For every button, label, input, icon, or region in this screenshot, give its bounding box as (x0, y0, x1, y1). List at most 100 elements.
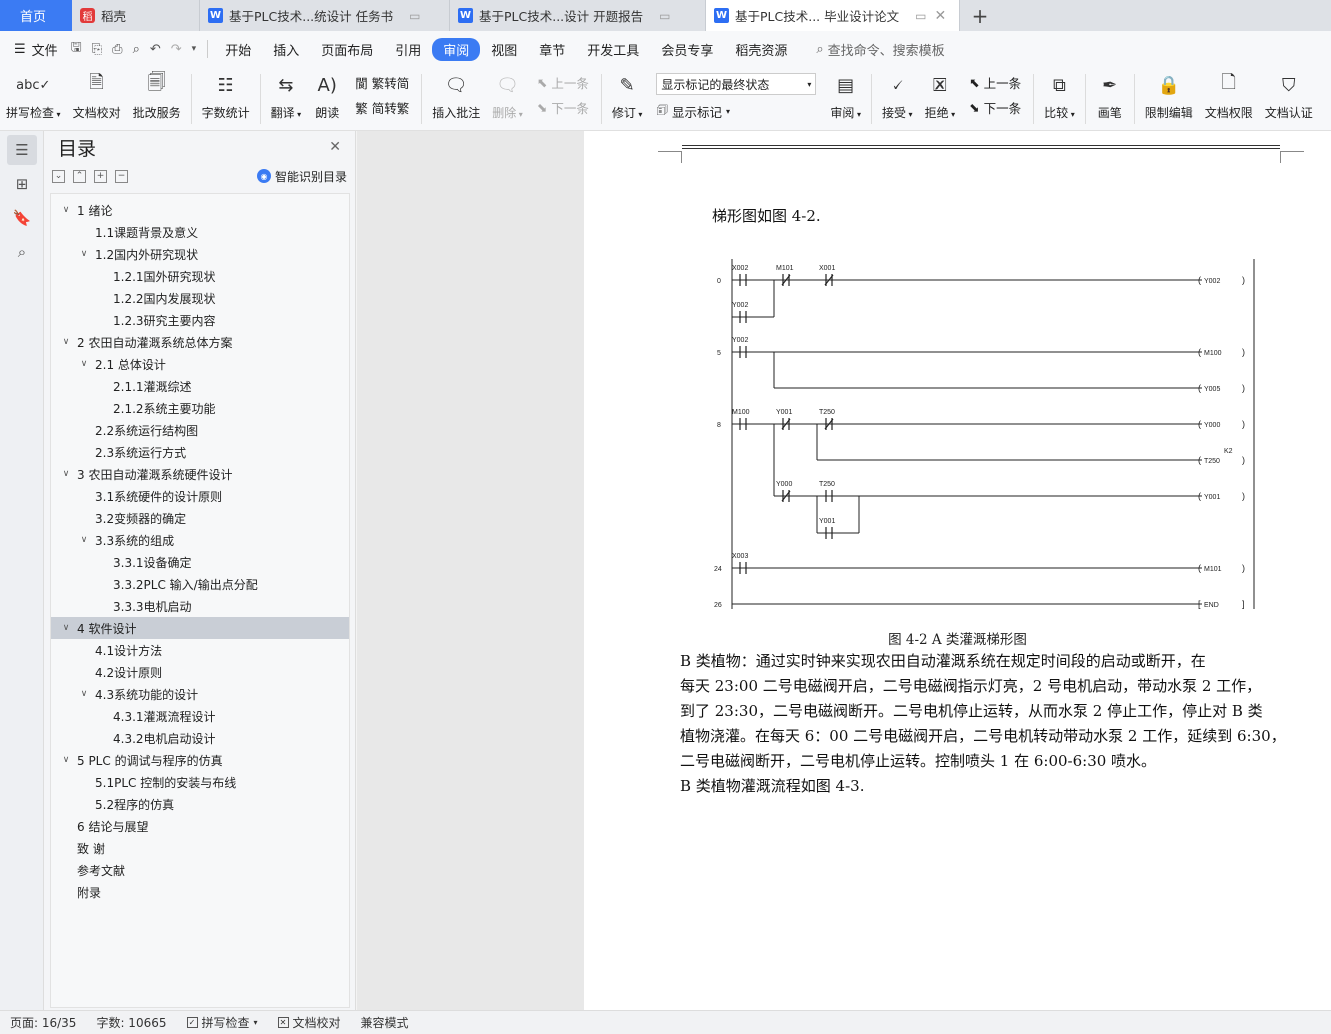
dropdown-icon[interactable]: ▾ (187, 44, 202, 54)
toc-item[interactable]: 5.2程序的仿真 (51, 793, 349, 815)
toc-item[interactable]: ∨ 1.2国内外研究现状 (51, 243, 349, 265)
toc-item[interactable]: 附录 (51, 881, 349, 903)
search-icon[interactable]: ⌕ (7, 237, 37, 267)
next-comment-button[interactable]: ⬊ 下一条 (537, 98, 589, 117)
menu-start[interactable]: 开始 (214, 38, 262, 61)
restrict-edit-button[interactable]: 🔒 限制编辑 (1139, 70, 1199, 121)
toc-item[interactable]: 2.3系统运行方式 (51, 441, 349, 463)
toc-item[interactable]: ∨ 2 农田自动灌溉系统总体方案 (51, 331, 349, 353)
pen-button[interactable]: ✒ 画笔 (1090, 70, 1130, 121)
chevron-down-icon[interactable]: ∨ (59, 623, 73, 633)
toc-item[interactable]: 3.3.2PLC 输入/输出点分配 (51, 573, 349, 595)
smart-toc-button[interactable]: ◉ 智能识别目录 (256, 168, 347, 185)
toc-item[interactable]: 4.3.1灌溉流程设计 (51, 705, 349, 727)
tab-home[interactable]: 首页 (0, 0, 72, 31)
menu-daoke-resources[interactable]: 稻壳资源 (724, 38, 798, 61)
doc-proof-status[interactable]: ✕ 文档校对 (268, 1014, 351, 1031)
menu-review[interactable]: 审阅 (432, 37, 481, 61)
menu-insert[interactable]: 插入 (262, 38, 310, 61)
simp-to-trad-button[interactable]: 繁简转繁 (355, 98, 409, 117)
redo-icon[interactable]: ↷ (166, 42, 187, 57)
pin-icon[interactable]: ▭ (409, 9, 420, 23)
toc-item[interactable]: 致 谢 (51, 837, 349, 859)
prev-change-button[interactable]: ⬉ 上一条 (969, 73, 1021, 92)
toc-item[interactable]: 3.1系统硬件的设计原则 (51, 485, 349, 507)
word-count-indicator[interactable]: 字数: 10665 (86, 1014, 176, 1031)
toc-item[interactable]: 6 结论与展望 (51, 815, 349, 837)
toc-item[interactable]: ∨ 3.3系统的组成 (51, 529, 349, 551)
toc-item[interactable]: 3.3.1设备确定 (51, 551, 349, 573)
menu-view[interactable]: 视图 (480, 38, 528, 61)
delete-comment-button[interactable]: 🗨 删除 ▾ (486, 70, 529, 121)
toc-item[interactable]: 2.2系统运行结构图 (51, 419, 349, 441)
word-count-button[interactable]: ☷ 字数统计 (196, 70, 256, 121)
toc-item[interactable]: ∨ 4 软件设计 (51, 617, 349, 639)
toc-item[interactable]: 参考文献 (51, 859, 349, 881)
toc-item[interactable]: 3.3.3电机启动 (51, 595, 349, 617)
pin-icon[interactable]: ▭ (659, 9, 670, 23)
expand-all-icon[interactable]: ⌄ (52, 169, 65, 183)
show-markup-button[interactable]: 🗊 显示标记 ▾ (656, 101, 816, 122)
toc-item[interactable]: ∨ 4.3系统功能的设计 (51, 683, 349, 705)
insert-comment-button[interactable]: 🗨 插入批注 (426, 70, 486, 121)
tab-doc-thesis[interactable]: W 基于PLC技术... 毕业设计论文 ▭ ✕ (706, 0, 960, 31)
prev-comment-button[interactable]: ⬉ 上一条 (537, 73, 589, 92)
toc-item[interactable]: 4.1设计方法 (51, 639, 349, 661)
preview-icon[interactable]: ⌕ (128, 42, 145, 57)
toc-item[interactable]: 1.2.1国外研究现状 (51, 265, 349, 287)
toc-item[interactable]: 4.3.2电机启动设计 (51, 727, 349, 749)
document-page[interactable]: 梯形图如图 4-2. X002 M101 X001 Y002 Y002 M100… (584, 131, 1331, 1010)
chevron-down-icon[interactable]: ∨ (77, 249, 91, 259)
review-service-button[interactable]: 🗐 批改服务 (127, 70, 187, 121)
print-icon[interactable]: ⎙ (107, 42, 127, 57)
accept-button[interactable]: 🗸 接受 ▾ (876, 70, 919, 121)
spell-check-button[interactable]: abc✓ 拼写检查 ▾ (0, 70, 67, 121)
close-icon[interactable]: ✕ (934, 8, 946, 24)
chapter-nav-icon[interactable]: ⊞ (7, 169, 37, 199)
new-tab-button[interactable]: + (960, 0, 1000, 31)
toc-item[interactable]: 1.1课题背景及意义 (51, 221, 349, 243)
toc-item[interactable]: ∨ 2.1 总体设计 (51, 353, 349, 375)
export-icon[interactable]: ⎘ (87, 42, 107, 57)
undo-icon[interactable]: ↶ (145, 42, 166, 57)
read-aloud-button[interactable]: A) 朗读 (307, 70, 347, 121)
review-pane-button[interactable]: ▤ 审阅 ▾ (824, 70, 867, 121)
chevron-down-icon[interactable]: ∨ (59, 755, 73, 765)
chevron-down-icon[interactable]: ∨ (77, 359, 91, 369)
tab-doc-proposal[interactable]: W 基于PLC技术...设计 开题报告 ▭ (450, 0, 706, 31)
command-search[interactable]: ⌕ 查找命令、搜索模板 (816, 40, 944, 59)
doc-permission-button[interactable]: 🗋 文档权限 (1199, 70, 1259, 121)
save-icon[interactable]: 🖫 (66, 38, 87, 60)
track-changes-button[interactable]: ✎ 修订 ▾ (606, 70, 649, 121)
add-level-icon[interactable]: + (94, 169, 107, 183)
toc-item[interactable]: ∨ 3 农田自动灌溉系统硬件设计 (51, 463, 349, 485)
toc-item[interactable]: ∨ 5 PLC 的调试与程序的仿真 (51, 749, 349, 771)
toc-item[interactable]: 3.2变频器的确定 (51, 507, 349, 529)
menu-member[interactable]: 会员专享 (650, 38, 724, 61)
chevron-down-icon[interactable]: ∨ (77, 535, 91, 545)
toc-item[interactable]: 1.2.3研究主要内容 (51, 309, 349, 331)
reject-button[interactable]: 🗷 拒绝 ▾ (919, 70, 962, 121)
spell-check-status[interactable]: ✓ 拼写检查 ▾ (177, 1014, 268, 1031)
bookmark-icon[interactable]: 🔖 (7, 203, 37, 233)
menu-chapter[interactable]: 章节 (528, 38, 576, 61)
tab-daoke[interactable]: 稻 稻壳 (72, 0, 200, 31)
toc-pane-icon[interactable]: ☰ (7, 135, 37, 165)
page-indicator[interactable]: 页面: 16/35 (0, 1014, 86, 1031)
chevron-down-icon[interactable]: ∨ (59, 205, 73, 215)
translate-button[interactable]: ⇆ 翻译 ▾ (265, 70, 308, 121)
trad-to-simp-button[interactable]: 閬繁转简 (355, 73, 409, 92)
toc-item[interactable]: 2.1.2系统主要功能 (51, 397, 349, 419)
menu-page-layout[interactable]: 页面布局 (310, 38, 384, 61)
toc-item[interactable]: 2.1.1灌溉综述 (51, 375, 349, 397)
menu-reference[interactable]: 引用 (384, 38, 432, 61)
doc-proof-button[interactable]: 🗎 文档校对 (67, 70, 127, 121)
toc-item[interactable]: ∨ 1 绪论 (51, 199, 349, 221)
chevron-down-icon[interactable]: ∨ (59, 337, 73, 347)
menu-dev-tools[interactable]: 开发工具 (576, 38, 650, 61)
next-change-button[interactable]: ⬊ 下一条 (969, 98, 1021, 117)
doc-certify-button[interactable]: ⛉ 文档认证 (1259, 70, 1319, 121)
close-icon[interactable]: ✕ (329, 139, 341, 155)
tab-doc-task[interactable]: W 基于PLC技术...统设计 任务书 ▭ (200, 0, 450, 31)
display-state-select[interactable]: 显示标记的最终状态 ▾ (656, 73, 817, 95)
